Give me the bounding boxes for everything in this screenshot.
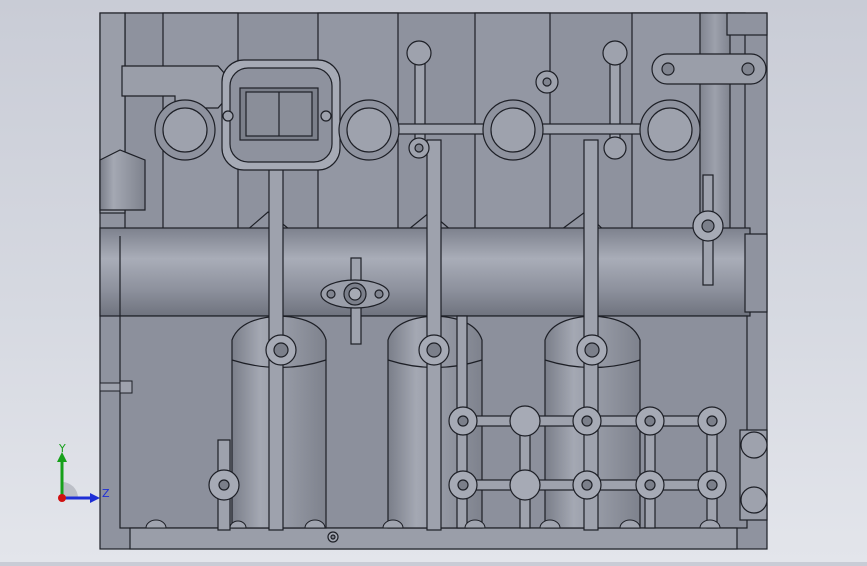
- y-axis-label: Y: [58, 442, 66, 455]
- model-view[interactable]: [0, 0, 867, 562]
- axis-triad: Y Z: [48, 438, 118, 510]
- link-plate[interactable]: [651, 53, 767, 85]
- graphics-viewport[interactable]: Y Z: [0, 0, 867, 562]
- z-axis-arrowhead: [90, 493, 100, 503]
- origin-dot: [58, 494, 66, 502]
- z-axis-label: Z: [102, 487, 110, 500]
- side-stud: [99, 380, 133, 394]
